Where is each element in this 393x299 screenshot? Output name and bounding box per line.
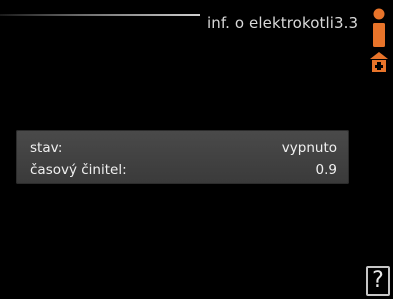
help-button[interactable]: ?: [366, 266, 390, 296]
status-value: vypnuto: [281, 140, 337, 156]
info-icon[interactable]: [369, 8, 389, 48]
page-title: inf. o elektrokotli3.3: [207, 14, 359, 32]
home-icon[interactable]: [370, 52, 388, 72]
header-divider-line: [0, 14, 200, 16]
status-label: stav:: [30, 140, 63, 156]
electric-heater-info-panel: stav: vypnuto časový činitel: 0.9: [16, 130, 349, 184]
time-factor-label: časový činitel:: [30, 162, 127, 178]
time-factor-value: 0.9: [315, 162, 337, 178]
help-icon: ?: [372, 268, 384, 293]
info-row-time-factor: časový činitel: 0.9: [30, 160, 337, 180]
info-row-status: stav: vypnuto: [30, 138, 337, 158]
